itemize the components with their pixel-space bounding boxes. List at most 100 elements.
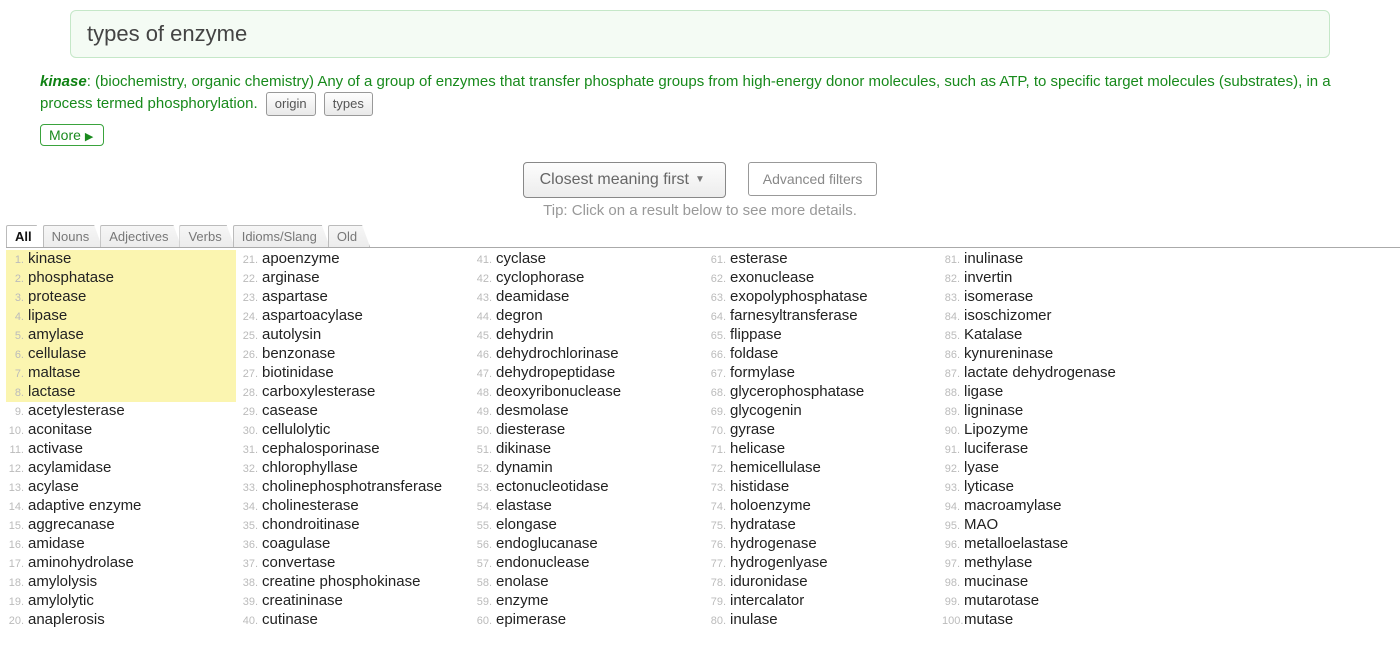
result-word[interactable]: mucinase [964, 573, 1028, 591]
result-word[interactable]: foldase [730, 345, 778, 363]
tab-verbs[interactable]: Verbs [179, 225, 234, 247]
result-word[interactable]: lactase [28, 383, 76, 401]
result-word[interactable]: endonuclease [496, 554, 589, 572]
result-word[interactable]: desmolase [496, 402, 569, 420]
result-word[interactable]: methylase [964, 554, 1032, 572]
origin-button[interactable]: origin [266, 92, 316, 116]
result-word[interactable]: aspartase [262, 288, 328, 306]
types-button[interactable]: types [324, 92, 373, 116]
tab-old[interactable]: Old [328, 225, 370, 247]
result-word[interactable]: elongase [496, 516, 557, 534]
result-word[interactable]: holoenzyme [730, 497, 811, 515]
result-word[interactable]: casease [262, 402, 318, 420]
result-word[interactable]: cyclophorase [496, 269, 584, 287]
result-word[interactable]: dehydrochlorinase [496, 345, 619, 363]
result-word[interactable]: aconitase [28, 421, 92, 439]
result-word[interactable]: dikinase [496, 440, 551, 458]
result-word[interactable]: biotinidase [262, 364, 334, 382]
result-word[interactable]: macroamylase [964, 497, 1062, 515]
result-word[interactable]: maltase [28, 364, 81, 382]
tab-adjectives[interactable]: Adjectives [100, 225, 181, 247]
result-word[interactable]: hydrogenlyase [730, 554, 828, 572]
result-word[interactable]: dehydrin [496, 326, 554, 344]
result-word[interactable]: farnesyltransferase [730, 307, 858, 325]
result-word[interactable]: MAO [964, 516, 998, 534]
more-button[interactable]: More▶ [40, 124, 104, 146]
result-word[interactable]: enzyme [496, 592, 549, 610]
result-word[interactable]: esterase [730, 250, 788, 268]
result-word[interactable]: anaplerosis [28, 611, 105, 629]
result-word[interactable]: Katalase [964, 326, 1022, 344]
result-word[interactable]: amylolysis [28, 573, 97, 591]
result-word[interactable]: cutinase [262, 611, 318, 629]
result-word[interactable]: epimerase [496, 611, 566, 629]
result-word[interactable]: mutase [964, 611, 1013, 629]
result-word[interactable]: cephalosporinase [262, 440, 380, 458]
result-word[interactable]: formylase [730, 364, 795, 382]
result-word[interactable]: glycerophosphatase [730, 383, 864, 401]
result-word[interactable]: cholinesterase [262, 497, 359, 515]
result-word[interactable]: exonuclease [730, 269, 814, 287]
search-input[interactable]: types of enzyme [70, 10, 1330, 58]
result-word[interactable]: adaptive enzyme [28, 497, 141, 515]
result-word[interactable]: inulinase [964, 250, 1023, 268]
result-word[interactable]: histidase [730, 478, 789, 496]
result-word[interactable]: kynureninase [964, 345, 1053, 363]
result-word[interactable]: amidase [28, 535, 85, 553]
definition-headword[interactable]: kinase [40, 73, 87, 90]
result-word[interactable]: gyrase [730, 421, 775, 439]
tab-idioms-slang[interactable]: Idioms/Slang [233, 225, 330, 247]
result-word[interactable]: iduronidase [730, 573, 808, 591]
result-word[interactable]: deamidase [496, 288, 569, 306]
result-word[interactable]: intercalator [730, 592, 804, 610]
result-word[interactable]: chlorophyllase [262, 459, 358, 477]
result-word[interactable]: phosphatase [28, 269, 114, 287]
result-word[interactable]: isomerase [964, 288, 1033, 306]
result-word[interactable]: metalloelastase [964, 535, 1068, 553]
result-word[interactable]: isoschizomer [964, 307, 1052, 325]
result-word[interactable]: autolysin [262, 326, 321, 344]
result-word[interactable]: aggrecanase [28, 516, 115, 534]
result-word[interactable]: mutarotase [964, 592, 1039, 610]
result-word[interactable]: amylase [28, 326, 84, 344]
result-word[interactable]: deoxyribonuclease [496, 383, 621, 401]
result-word[interactable]: lipase [28, 307, 67, 325]
result-word[interactable]: benzonase [262, 345, 335, 363]
result-word[interactable]: luciferase [964, 440, 1028, 458]
result-word[interactable]: chondroitinase [262, 516, 360, 534]
result-word[interactable]: carboxylesterase [262, 383, 375, 401]
result-word[interactable]: Lipozyme [964, 421, 1028, 439]
result-word[interactable]: creatininase [262, 592, 343, 610]
result-word[interactable]: convertase [262, 554, 335, 572]
result-word[interactable]: dynamin [496, 459, 553, 477]
result-word[interactable]: dehydropeptidase [496, 364, 615, 382]
result-word[interactable]: kinase [28, 250, 71, 268]
tab-nouns[interactable]: Nouns [43, 225, 103, 247]
result-word[interactable]: coagulase [262, 535, 330, 553]
result-word[interactable]: protease [28, 288, 86, 306]
result-word[interactable]: cholinephosphotransferase [262, 478, 442, 496]
result-word[interactable]: acylamidase [28, 459, 111, 477]
result-word[interactable]: aspartoacylase [262, 307, 363, 325]
result-word[interactable]: ectonucleotidase [496, 478, 609, 496]
result-word[interactable]: elastase [496, 497, 552, 515]
result-word[interactable]: lactate dehydrogenase [964, 364, 1116, 382]
result-word[interactable]: ligninase [964, 402, 1023, 420]
tab-all[interactable]: All [6, 225, 45, 247]
result-word[interactable]: aminohydrolase [28, 554, 134, 572]
result-word[interactable]: cyclase [496, 250, 546, 268]
result-word[interactable]: helicase [730, 440, 785, 458]
result-word[interactable]: lyase [964, 459, 999, 477]
result-word[interactable]: acylase [28, 478, 79, 496]
result-word[interactable]: diesterase [496, 421, 565, 439]
result-word[interactable]: apoenzyme [262, 250, 340, 268]
result-word[interactable]: lyticase [964, 478, 1014, 496]
result-word[interactable]: cellulase [28, 345, 86, 363]
result-word[interactable]: glycogenin [730, 402, 802, 420]
result-word[interactable]: hydratase [730, 516, 796, 534]
result-word[interactable]: arginase [262, 269, 320, 287]
result-word[interactable]: flippase [730, 326, 782, 344]
result-word[interactable]: amylolytic [28, 592, 94, 610]
result-word[interactable]: enolase [496, 573, 549, 591]
result-word[interactable]: creatine phosphokinase [262, 573, 420, 591]
